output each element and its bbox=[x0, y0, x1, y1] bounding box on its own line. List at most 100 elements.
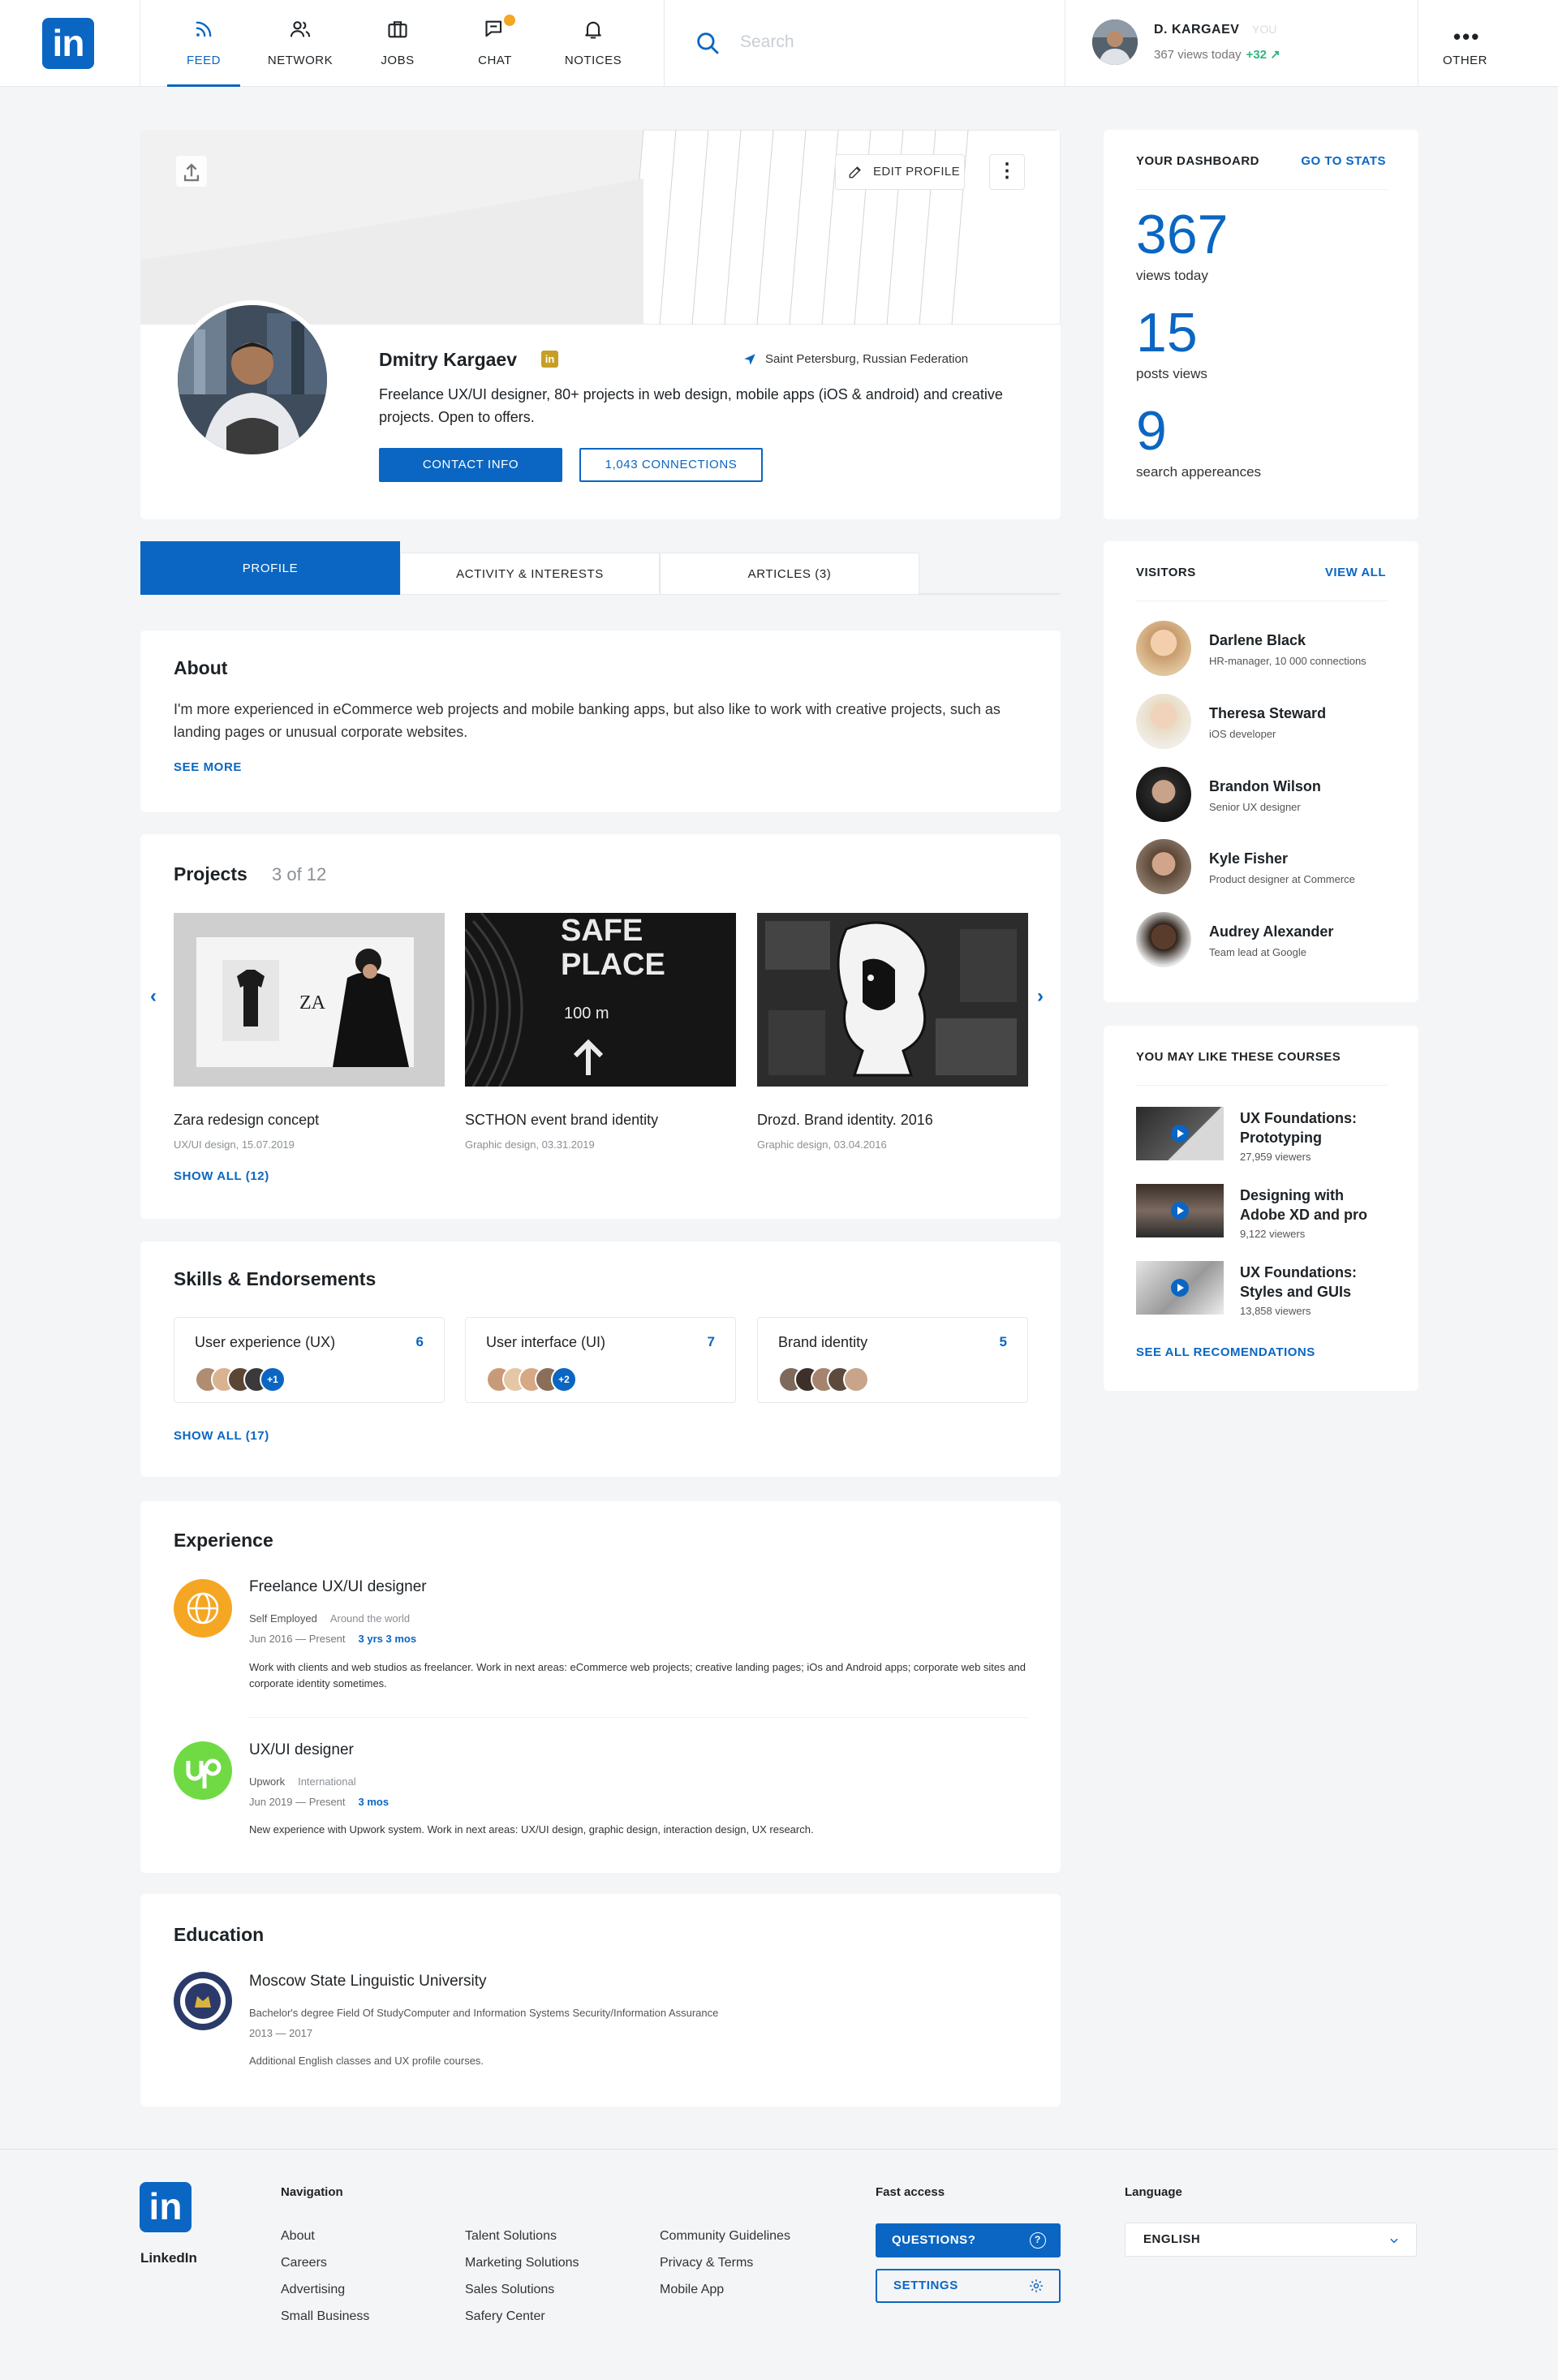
company-name: Upwork bbox=[249, 1775, 286, 1788]
you-tag: YOU bbox=[1252, 23, 1277, 36]
go-to-stats-link[interactable]: GO TO STATS bbox=[1301, 154, 1386, 168]
course-viewers: 13,858 viewers bbox=[1240, 1305, 1311, 1317]
tab-profile[interactable]: PROFILE bbox=[140, 541, 400, 595]
footer-link[interactable]: Privacy & Terms bbox=[660, 2256, 753, 2270]
project-title[interactable]: SCTHON event brand identity bbox=[465, 1112, 658, 1129]
notification-dot bbox=[504, 15, 515, 26]
gear-icon bbox=[1030, 2279, 1043, 2292]
contact-info-button[interactable]: CONTACT INFO bbox=[379, 448, 562, 482]
questions-button[interactable]: QUESTIONS? ? bbox=[876, 2223, 1061, 2257]
settings-button[interactable]: SETTINGS bbox=[876, 2269, 1061, 2303]
views-delta: +32 ↗ bbox=[1246, 48, 1280, 62]
profile-location: Saint Petersburg, Russian Federation bbox=[744, 352, 969, 366]
visitor-item[interactable]: Darlene Black HR-manager, 10 000 connect… bbox=[1136, 621, 1404, 681]
project-title[interactable]: Drozd. Brand identity. 2016 bbox=[757, 1112, 933, 1129]
visitor-item[interactable]: Theresa Steward iOS developer bbox=[1136, 694, 1404, 754]
next-arrow-icon[interactable]: › bbox=[1037, 985, 1044, 1008]
nav-network[interactable]: NETWORK bbox=[264, 0, 337, 87]
education-note: Additional English classes and UX profil… bbox=[249, 2055, 484, 2067]
job-company: Upwork International bbox=[249, 1775, 356, 1788]
search-icon[interactable] bbox=[694, 29, 721, 57]
nav-chat[interactable]: CHAT bbox=[458, 0, 532, 87]
location-text: Saint Petersburg, Russian Federation bbox=[765, 352, 969, 366]
top-navigation-bar: in FEED NETWORK JOBS CHAT NOTICES D. KAR… bbox=[0, 0, 1558, 87]
visitor-item[interactable]: Kyle Fisher Product designer at Commerce bbox=[1136, 839, 1404, 899]
skill-card[interactable]: Brand identity 5 bbox=[757, 1317, 1028, 1403]
nav-notices[interactable]: NOTICES bbox=[557, 0, 630, 87]
avatar bbox=[1136, 839, 1191, 894]
globe-icon bbox=[187, 1592, 219, 1625]
project-thumbnail[interactable]: SAFE PLACE 100 m bbox=[465, 913, 736, 1087]
edit-profile-button[interactable]: EDIT PROFILE bbox=[835, 154, 965, 190]
footer-link[interactable]: Talent Solutions bbox=[465, 2229, 557, 2244]
course-title: UX Foundations: Prototyping bbox=[1240, 1110, 1357, 1146]
project-meta: Graphic design, 03.04.2016 bbox=[757, 1138, 887, 1151]
linkedin-logo[interactable]: in bbox=[42, 18, 94, 69]
visitor-title: Senior UX designer bbox=[1209, 801, 1301, 813]
linkedin-logo[interactable]: in bbox=[140, 2182, 192, 2232]
school-name: Moscow State Linguistic University bbox=[249, 1973, 487, 1990]
project-title[interactable]: Zara redesign concept bbox=[174, 1112, 319, 1129]
divider bbox=[664, 0, 665, 87]
show-all-projects-link[interactable]: SHOW ALL (12) bbox=[174, 1169, 269, 1183]
edit-icon bbox=[849, 166, 861, 179]
footer-link[interactable]: Safery Center bbox=[465, 2309, 545, 2324]
job-duration: 3 yrs 3 mos bbox=[358, 1633, 417, 1645]
endorsement-count: 6 bbox=[415, 1334, 424, 1349]
course-item[interactable]: UX Foundations: Prototyping 27,959 viewe… bbox=[1136, 1107, 1404, 1167]
footer-link[interactable]: Marketing Solutions bbox=[465, 2256, 579, 2270]
project-meta: Graphic design, 03.31.2019 bbox=[465, 1138, 595, 1151]
search-input[interactable] bbox=[740, 24, 1065, 60]
footer-link[interactable]: Advertising bbox=[281, 2283, 345, 2297]
stat-label: search appereances bbox=[1136, 464, 1262, 480]
skill-card[interactable]: User experience (UX) 6 +1 bbox=[174, 1317, 445, 1403]
upwork-icon bbox=[186, 1758, 222, 1788]
university-logo[interactable] bbox=[174, 1972, 232, 2030]
language-select[interactable]: ENGLISH bbox=[1125, 2223, 1417, 2257]
avatar bbox=[1136, 694, 1191, 749]
view-all-visitors-link[interactable]: VIEW ALL bbox=[1325, 566, 1386, 579]
job-location: International bbox=[298, 1775, 356, 1788]
tab-articles[interactable]: ARTICLES (3) bbox=[660, 553, 919, 595]
see-all-courses-link[interactable]: SEE ALL RECOMENDATIONS bbox=[1136, 1345, 1315, 1359]
prev-arrow-icon[interactable]: ‹ bbox=[150, 985, 157, 1008]
skill-card[interactable]: User interface (UI) 7 +2 bbox=[465, 1317, 736, 1403]
avatar[interactable] bbox=[1092, 19, 1138, 65]
nav-jobs[interactable]: JOBS bbox=[361, 0, 434, 87]
course-item[interactable]: UX Foundations: Styles and GUIs 13,858 v… bbox=[1136, 1261, 1404, 1321]
footer-link[interactable]: Sales Solutions bbox=[465, 2283, 554, 2297]
place-text: PLACE bbox=[561, 948, 665, 982]
visitor-item[interactable]: Audrey Alexander Team lead at Google bbox=[1136, 912, 1404, 972]
share-button[interactable] bbox=[176, 156, 207, 187]
course-title: UX Foundations: Styles and GUIs bbox=[1240, 1264, 1357, 1300]
more-dots-icon[interactable]: ••• bbox=[1453, 24, 1480, 49]
about-section: About I'm more experienced in eCommerce … bbox=[140, 631, 1061, 812]
footer-link[interactable]: Careers bbox=[281, 2256, 327, 2270]
visitors-title: VISITORS bbox=[1136, 566, 1196, 579]
footer-link[interactable]: Community Guidelines bbox=[660, 2229, 790, 2244]
visitor-item[interactable]: Brandon Wilson Senior UX designer bbox=[1136, 767, 1404, 827]
other-menu-label[interactable]: OTHER bbox=[1443, 54, 1487, 67]
stat-value: 9 bbox=[1136, 400, 1167, 462]
nav-feed[interactable]: FEED bbox=[167, 0, 240, 87]
company-logo[interactable] bbox=[174, 1579, 232, 1638]
stat-value: 15 bbox=[1136, 302, 1198, 364]
project-thumbnail[interactable]: ZA bbox=[174, 913, 445, 1087]
course-item[interactable]: Designing with Adobe XD and pro 9,122 vi… bbox=[1136, 1184, 1404, 1244]
profile-photo[interactable] bbox=[173, 300, 332, 459]
show-all-skills-link[interactable]: SHOW ALL (17) bbox=[174, 1429, 269, 1443]
see-more-link[interactable]: SEE MORE bbox=[174, 760, 242, 774]
footer-link[interactable]: About bbox=[281, 2229, 315, 2244]
visitor-name: Darlene Black bbox=[1209, 632, 1306, 648]
company-logo[interactable] bbox=[174, 1741, 232, 1800]
footer-link[interactable]: Small Business bbox=[281, 2309, 369, 2324]
project-thumbnail[interactable] bbox=[757, 913, 1028, 1087]
profile-more-button[interactable]: ⋮ bbox=[989, 154, 1025, 190]
more-vertical-icon: ⋮ bbox=[997, 160, 1017, 182]
footer-link[interactable]: Mobile App bbox=[660, 2283, 724, 2297]
tab-activity[interactable]: ACTIVITY & INTERESTS bbox=[400, 553, 660, 595]
project-meta: UX/UI design, 15.07.2019 bbox=[174, 1138, 295, 1151]
user-views-today: 367 views today +32 ↗ bbox=[1154, 47, 1280, 62]
connections-button[interactable]: 1,043 CONNECTIONS bbox=[579, 448, 763, 482]
avatar bbox=[1136, 621, 1191, 676]
